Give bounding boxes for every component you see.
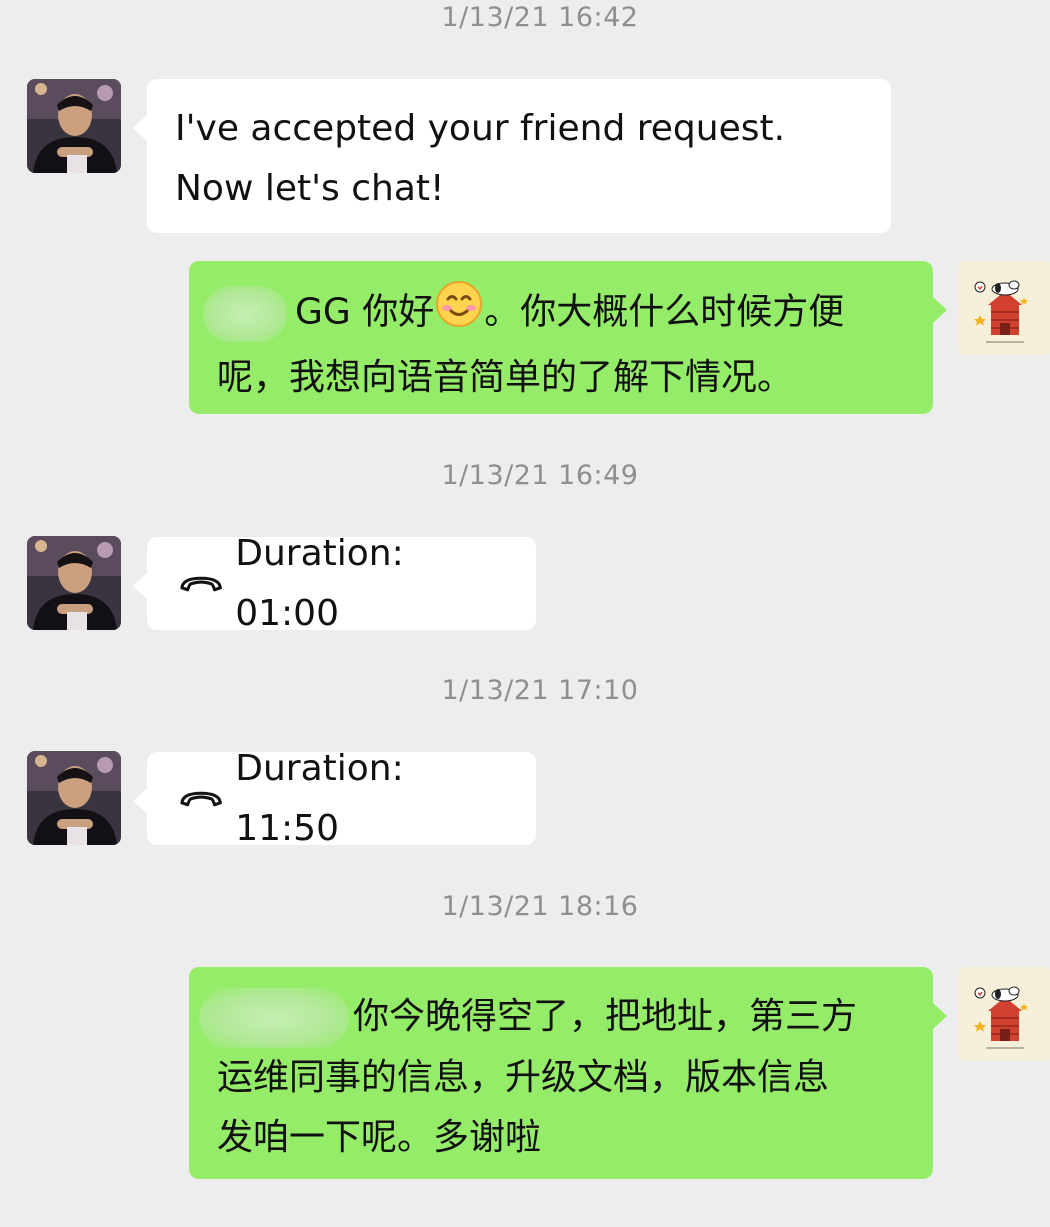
- message-text-line2: 呢，我想向语音简单的了解下情况。: [217, 357, 794, 398]
- self-avatar[interactable]: [958, 967, 1050, 1061]
- contact-avatar-photo-icon: [27, 79, 121, 173]
- greeting-text: GG 你好: [295, 291, 435, 333]
- redacted-name: [203, 285, 287, 342]
- redacted-name: [199, 988, 349, 1048]
- message-text-line1: 你今晚得空了，把地址，第三方: [353, 996, 858, 1037]
- call-duration: Duration: 11:50: [235, 747, 404, 849]
- call-duration: Duration: 01:00: [235, 532, 404, 634]
- timestamp-4: 1/13/21 18:16: [441, 891, 639, 922]
- call-bubble-2[interactable]: Duration: 11:50: [133, 748, 536, 849]
- contact-avatar[interactable]: [27, 79, 121, 173]
- snoopy-avatar-icon: [958, 967, 1050, 1061]
- contact-avatar[interactable]: [27, 751, 121, 845]
- contact-avatar[interactable]: [27, 536, 121, 630]
- message-text-line2: 运维同事的信息，升级文档，版本信息: [217, 1057, 830, 1098]
- message-text: I've accepted your friend request. Now l…: [175, 108, 786, 209]
- message-text: GG 你好 。你大概什么时候方便 呢，我想向语音简单的了解下情况。: [203, 279, 913, 408]
- call-row: Duration: 11:50: [179, 748, 508, 849]
- contact-avatar-photo-icon: [27, 751, 121, 845]
- smile-emoji-icon: [434, 279, 484, 348]
- message-bubble-2[interactable]: GG 你好 。你大概什么时候方便 呢，我想向语音简单的了解下情况。: [189, 261, 947, 414]
- timestamp-3: 1/13/21 17:10: [441, 675, 639, 706]
- message-text-rest: 。你大概什么时候方便: [484, 291, 845, 333]
- message-bubble-5[interactable]: 你今晚得空了，把地址，第三方 运维同事的信息，升级文档，版本信息 发咱一下呢。多…: [189, 967, 947, 1179]
- contact-avatar-photo-icon: [27, 536, 121, 630]
- timestamp-2: 1/13/21 16:49: [441, 460, 639, 491]
- call-row: Duration: 01:00: [179, 533, 508, 634]
- phone-hangup-icon: [180, 576, 222, 591]
- call-bubble-1[interactable]: Duration: 01:00: [133, 533, 536, 634]
- phone-hangup-icon: [180, 791, 222, 806]
- timestamp-1: 1/13/21 16:42: [441, 2, 639, 33]
- snoopy-avatar-icon: [958, 261, 1050, 355]
- message-text-line3: 发咱一下呢。多谢啦: [217, 1117, 542, 1158]
- message-bubble-1[interactable]: I've accepted your friend request. Now l…: [133, 79, 891, 233]
- self-avatar[interactable]: [958, 261, 1050, 355]
- message-text: 你今晚得空了，把地址，第三方 运维同事的信息，升级文档，版本信息 发咱一下呢。多…: [199, 987, 913, 1168]
